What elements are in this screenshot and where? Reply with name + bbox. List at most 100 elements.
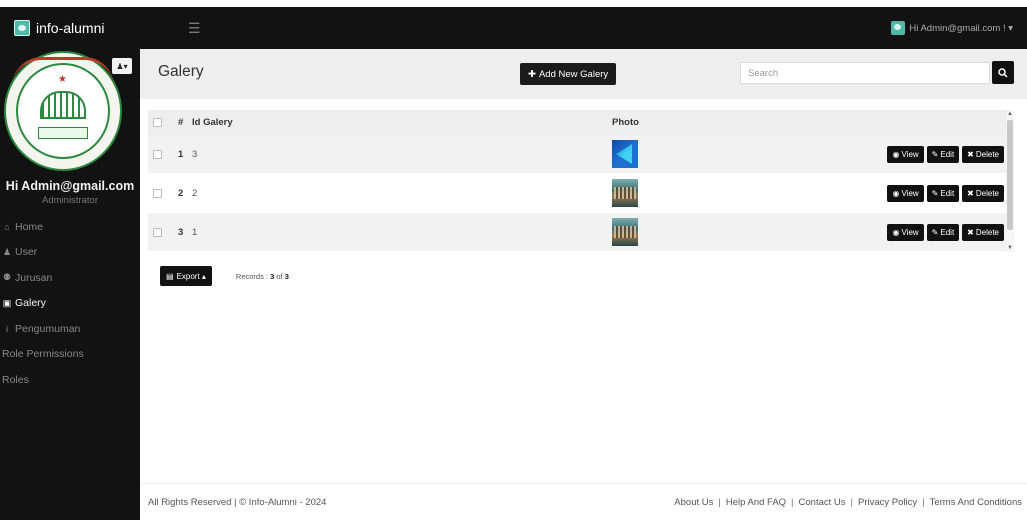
sidebar-user: Hi Admin@gmail.com Administrator — [0, 175, 140, 206]
edit-button[interactable]: ✎ Edit — [926, 184, 960, 202]
photo-thumbnail[interactable] — [612, 140, 638, 168]
sidebar-item-label: Roles — [2, 373, 29, 386]
delete-button[interactable]: ✖ Delete — [962, 145, 1004, 163]
scroll-thumb[interactable] — [1007, 120, 1013, 230]
edit-icon: ✎ — [931, 149, 939, 159]
row-id: 3 — [192, 148, 198, 160]
row-checkbox[interactable] — [153, 227, 162, 237]
edit-icon: ✎ — [931, 188, 939, 198]
close-icon: ✖ — [967, 149, 974, 159]
search-input[interactable] — [740, 62, 990, 84]
records-of: of — [274, 271, 285, 281]
info-icon: i — [6, 323, 8, 334]
menu-toggle-icon[interactable]: ☰ — [188, 20, 201, 37]
sidebar-item-home[interactable]: ⌂ Home — [0, 214, 140, 240]
row-id: 2 — [192, 187, 198, 199]
page-header: Galery ✚ Add New Galery — [140, 49, 1027, 99]
sidebar-item-galery[interactable]: ▣ Galery — [0, 291, 140, 317]
sidebar-item-label: Jurusan — [15, 271, 53, 284]
footer-link-privacy[interactable]: Privacy Policy — [858, 497, 917, 508]
sidebar-item-label: Home — [15, 220, 44, 233]
copyright: All Rights Reserved | © Info-Alumni - 20… — [148, 496, 327, 508]
export-button[interactable]: ▤ Export ▴ — [160, 266, 212, 286]
table-header: # Id Galery Photo — [148, 110, 1014, 135]
table-row: 1 3 ◉ View ✎ Edit ✖ Delete — [148, 135, 1014, 174]
image-icon: ▣ — [2, 297, 12, 308]
top-strip — [0, 0, 1027, 7]
brand-logo-icon — [14, 20, 30, 36]
view-label: View — [901, 149, 919, 159]
search-icon — [998, 67, 1008, 78]
footer-link-contact[interactable]: Contact Us — [799, 497, 846, 508]
column-header-id[interactable]: Id Galery — [192, 117, 612, 128]
users-icon: ⚉ — [2, 272, 12, 283]
delete-label: Delete — [975, 149, 999, 159]
edit-button[interactable]: ✎ Edit — [926, 223, 960, 241]
select-all-checkbox[interactable] — [153, 118, 162, 127]
sidebar-user-name: Hi Admin@gmail.com — [5, 179, 135, 193]
records-prefix: Records : — [235, 271, 271, 281]
scroll-up-icon[interactable]: ▲ — [1007, 111, 1013, 117]
view-button[interactable]: ◉ View — [887, 184, 924, 202]
add-new-galery-button[interactable]: ✚ Add New Galery — [520, 63, 617, 85]
edit-label: Edit — [940, 188, 955, 198]
photo-thumbnail[interactable] — [612, 179, 638, 207]
sidebar-item-roles[interactable]: Roles — [0, 367, 140, 393]
sidebar-user-role: Administrator — [42, 195, 98, 206]
home-icon: ⌂ — [4, 221, 10, 232]
plus-icon: ✚ — [528, 68, 536, 80]
sidebar-item-label: Role Permissions — [2, 348, 84, 361]
footer-link-help[interactable]: Help And FAQ — [726, 497, 786, 508]
row-checkbox[interactable] — [153, 188, 162, 198]
records-total: 3 — [284, 271, 289, 281]
export-label: Export ▴ — [176, 271, 206, 281]
user-dropdown[interactable]: Hi Admin@gmail.com ! ▾ — [891, 7, 1013, 49]
page-title: Galery — [158, 63, 204, 80]
sidebar-item-user[interactable]: ♟ User — [0, 240, 140, 266]
row-number: 1 — [178, 148, 184, 160]
sidebar-item-pengumuman[interactable]: i Pengumuman — [0, 316, 140, 342]
table-row: 2 2 ◉ View ✎ Edit ✖ Delete — [148, 174, 1014, 213]
close-icon: ✖ — [967, 227, 974, 237]
search-button[interactable] — [992, 61, 1014, 84]
edit-button[interactable]: ✎ Edit — [926, 145, 960, 163]
view-label: View — [901, 188, 919, 198]
close-icon: ✖ — [967, 188, 974, 198]
delete-label: Delete — [975, 188, 999, 198]
edit-icon: ✎ — [931, 227, 939, 237]
photo-thumbnail[interactable] — [612, 218, 638, 246]
galery-table: # Id Galery Photo 1 3 ◉ View ✎ Edit ✖ Delet… — [148, 110, 1014, 252]
sidebar-menu: ⌂ Home ♟ User ⚉ Jurusan ▣ Galery i Pengu… — [0, 214, 140, 393]
delete-button[interactable]: ✖ Delete — [962, 223, 1004, 241]
delete-button[interactable]: ✖ Delete — [962, 184, 1004, 202]
top-navbar: info-alumni ☰ Hi Admin@gmail.com ! ▾ — [0, 7, 1027, 49]
user-icon: ♟ — [116, 61, 124, 71]
sidebar-item-role-permissions[interactable]: Role Permissions — [0, 342, 140, 368]
view-button[interactable]: ◉ View — [887, 223, 924, 241]
user-greeting: Hi Admin@gmail.com ! ▾ — [909, 22, 1013, 34]
user-menu-button[interactable]: ♟ ▾ — [112, 58, 132, 74]
footer-link-about[interactable]: About Us — [674, 497, 713, 508]
row-id: 1 — [192, 226, 198, 238]
eye-icon: ◉ — [892, 227, 900, 237]
view-label: View — [901, 227, 919, 237]
avatar-icon — [891, 21, 906, 35]
column-header-photo[interactable]: Photo — [612, 117, 762, 128]
records-count: Records : 3 of 3 — [236, 272, 289, 281]
add-button-label: Add New Galery — [538, 68, 609, 80]
caret-down-icon: ▾ — [123, 61, 128, 71]
view-button[interactable]: ◉ View — [887, 145, 924, 163]
row-checkbox[interactable] — [153, 149, 162, 159]
column-header-num: # — [178, 117, 184, 128]
sidebar-item-jurusan[interactable]: ⚉ Jurusan — [0, 265, 140, 291]
row-number: 3 — [178, 226, 184, 238]
table-scrollbar[interactable]: ▲ ▼ — [1006, 110, 1014, 252]
brand[interactable]: info-alumni — [0, 7, 140, 49]
edit-label: Edit — [940, 227, 955, 237]
user-icon: ♟ — [2, 246, 12, 257]
sidebar: ★ ♟ ▾ Hi Admin@gmail.com Administrator ⌂ … — [0, 49, 140, 520]
scroll-down-icon[interactable]: ▼ — [1007, 245, 1013, 251]
eye-icon: ◉ — [892, 188, 900, 198]
footer-link-terms[interactable]: Terms And Conditions — [930, 497, 1022, 508]
brand-name: info-alumni — [36, 20, 105, 36]
